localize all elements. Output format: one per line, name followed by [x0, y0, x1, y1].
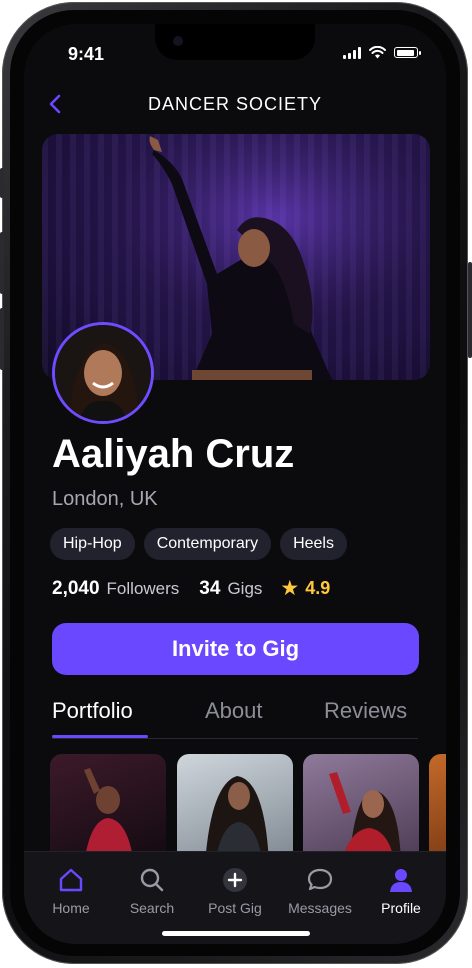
nav-search-label: Search	[129, 900, 175, 916]
person-icon	[390, 869, 412, 892]
style-tags: Hip-Hop Contemporary Heels	[50, 528, 347, 560]
nav-profile-label: Profile	[381, 900, 421, 916]
nav-messages[interactable]: Messages	[280, 866, 360, 916]
status-time: 9:41	[68, 44, 105, 64]
tag-contemporary[interactable]: Contemporary	[143, 528, 272, 560]
wifi-icon	[369, 46, 386, 59]
chat-icon	[307, 868, 333, 891]
profile-tabs: Portfolio About Reviews	[52, 698, 418, 739]
home-icon	[59, 868, 83, 892]
plus-circle-icon	[223, 868, 247, 892]
nav-home-label: Home	[52, 900, 90, 916]
profile-location: London, UK	[52, 488, 158, 510]
cellular-signal-icon	[343, 46, 361, 59]
power-button	[468, 262, 472, 358]
nav-messages-label: Messages	[288, 900, 352, 916]
gigs-label: Gigs	[227, 578, 263, 598]
rating-value: 4.9	[305, 578, 331, 598]
camera-icon	[173, 36, 183, 46]
app-screen: 9:41 DANCER SOCIETY Aaliyah Cruz London,…	[24, 24, 446, 944]
battery-icon	[394, 47, 421, 58]
search-icon	[140, 868, 164, 892]
active-tab-indicator	[52, 735, 148, 738]
nav-post-gig[interactable]: Post Gig	[195, 866, 275, 916]
bottom-tab-bar: Home Search Post Gig Messages Profile	[24, 851, 446, 944]
page-title: DANCER SOCIETY	[147, 94, 323, 114]
gigs-count: 34	[199, 577, 221, 599]
mute-switch	[0, 168, 4, 198]
portfolio-item[interactable]	[429, 754, 446, 864]
star-icon: ★	[280, 577, 300, 600]
nav-search[interactable]: Search	[112, 866, 192, 916]
nav-post-gig-label: Post Gig	[208, 900, 262, 916]
tag-hip-hop[interactable]: Hip-Hop	[50, 528, 135, 560]
invite-to-gig-button[interactable]: Invite to Gig	[52, 623, 419, 675]
portfolio-item[interactable]	[303, 754, 419, 864]
tab-portfolio[interactable]: Portfolio	[52, 698, 133, 724]
followers-label: Followers	[106, 578, 180, 598]
profile-stats: 2,040 Followers 34 Gigs ★ 4.9	[52, 576, 330, 601]
volume-up-button	[0, 232, 4, 294]
tag-heels[interactable]: Heels	[280, 528, 347, 560]
nav-home[interactable]: Home	[31, 866, 111, 916]
nav-profile[interactable]: Profile	[361, 866, 441, 916]
tab-reviews[interactable]: Reviews	[324, 698, 407, 724]
profile-name: Aaliyah Cruz	[52, 432, 295, 476]
portfolio-item[interactable]	[177, 754, 293, 864]
volume-down-button	[0, 308, 4, 370]
status-icons	[343, 46, 421, 59]
tab-about[interactable]: About	[205, 698, 263, 724]
avatar	[52, 322, 154, 424]
notch	[155, 24, 315, 60]
home-indicator	[162, 931, 310, 936]
portfolio-item[interactable]	[50, 754, 166, 864]
followers-count: 2,040	[52, 577, 100, 599]
